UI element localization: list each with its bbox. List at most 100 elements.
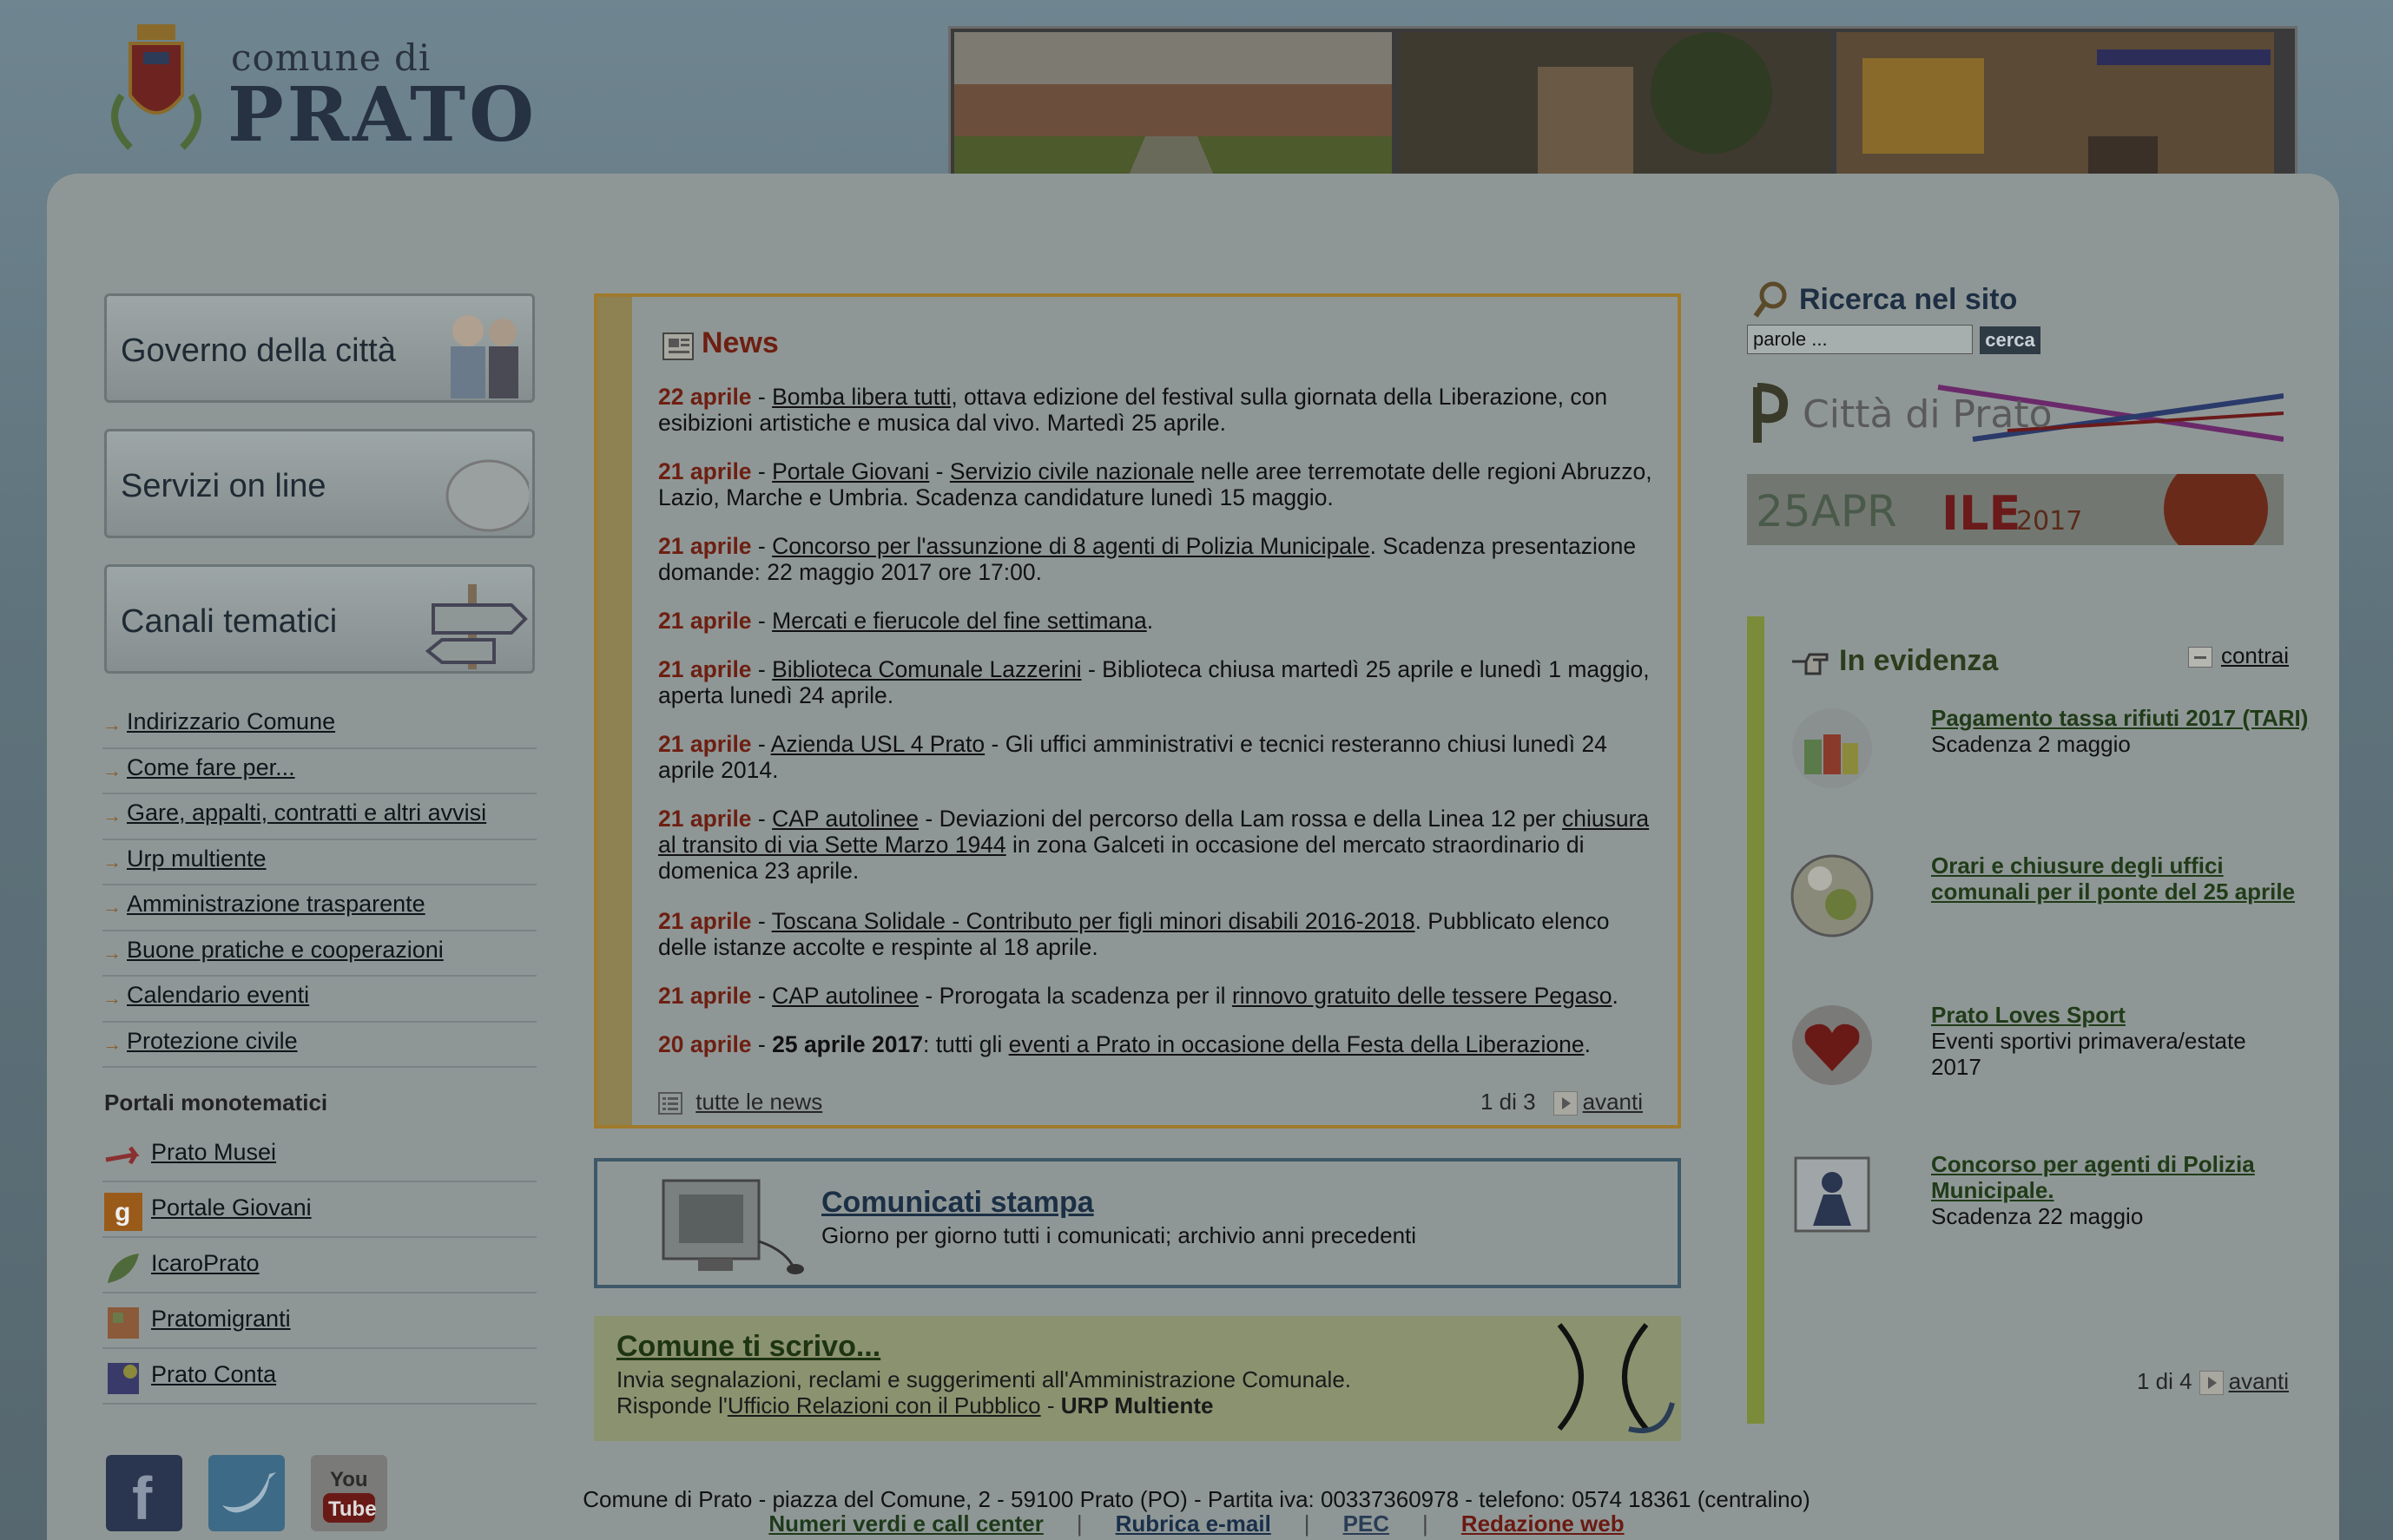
news-link[interactable]: Bomba libera tutti (772, 384, 951, 410)
quick-link-item[interactable]: → Come fare per... (102, 749, 537, 794)
next-arrow-icon[interactable] (1552, 1091, 1578, 1116)
evidenza-item[interactable]: Prato Loves Sport Eventi sportivi primav… (1789, 1002, 2289, 1115)
portale-item[interactable]: g Portale Giovani (102, 1182, 537, 1238)
portale-item[interactable]: Prato Conta (102, 1349, 537, 1405)
news-date: 21 aprile (658, 656, 752, 682)
footer-link-redazione[interactable]: Redazione web (1461, 1510, 1625, 1537)
quick-link-item[interactable]: → Gare, appalti, contratti e altri avvisi (102, 794, 537, 840)
site-logo[interactable]: comune di PRATO (96, 17, 534, 159)
evidenza-item[interactable]: Concorso per agenti di Polizia Municipal… (1789, 1151, 2289, 1264)
portale-link[interactable]: Prato Musei (151, 1139, 276, 1166)
evidenza-item[interactable]: Pagamento tassa rifiuti 2017 (TARI) Scad… (1789, 705, 2308, 818)
comunicati-title[interactable]: Comunicati stampa (821, 1186, 1094, 1220)
evidenza-item-title[interactable]: Concorso per agenti di Polizia Municipal… (1931, 1151, 2313, 1203)
giovani-logo-icon: g (104, 1193, 142, 1231)
canali-button[interactable]: Canali tematici (104, 564, 535, 674)
quick-link[interactable]: Amministrazione trasparente (127, 891, 425, 918)
search-button[interactable]: cerca (1980, 326, 2040, 354)
news-link[interactable]: Servizio civile nazionale (950, 458, 1194, 484)
portale-link[interactable]: IcaroPrato (151, 1250, 260, 1277)
news-link[interactable]: Mercati e fierucole del fine settimana (772, 608, 1147, 634)
arrow-icon: → (102, 714, 122, 735)
news-next-link[interactable]: avanti (1583, 1089, 1643, 1115)
news-item: 21 aprile - CAP autolinee - Deviazioni d… (658, 806, 1657, 884)
governo-button[interactable]: Governo della città (104, 293, 535, 403)
servizi-button[interactable]: Servizi on line (104, 429, 535, 538)
news-item: 21 aprile - Concorso per l'assunzione di… (658, 533, 1657, 585)
quick-link[interactable]: Buone pratiche e cooperazioni (127, 937, 444, 964)
news-link[interactable]: Portale Giovani (772, 458, 929, 484)
next-arrow-icon[interactable] (2199, 1371, 2224, 1396)
portale-item[interactable]: Pratomigranti (102, 1293, 537, 1349)
quick-link-item[interactable]: → Amministrazione trasparente (102, 885, 537, 931)
quick-link[interactable]: Protezione civile (127, 1028, 298, 1055)
footer-link-pec[interactable]: PEC (1343, 1510, 1389, 1537)
evidenza-item-title[interactable]: Prato Loves Sport (1931, 1002, 2313, 1028)
footer-separator: | (1303, 1510, 1310, 1537)
search-icon (1753, 281, 1787, 318)
all-news-link[interactable]: tutte le news (658, 1089, 822, 1116)
quick-link-item[interactable]: → Protezione civile (102, 1023, 537, 1068)
evidenza-next-link[interactable]: avanti (2229, 1368, 2289, 1394)
evidenza-item[interactable]: Orari e chiusure degli uffici comunali p… (1789, 852, 2295, 965)
news-separator: - (751, 533, 773, 559)
news-link[interactable]: Azienda USL 4 Prato (771, 731, 986, 757)
news-link[interactable]: Biblioteca Comunale Lazzerini (772, 656, 1081, 682)
news-link[interactable]: eventi a Prato in occasione della Festa … (1009, 1031, 1585, 1057)
news-text: - Prorogata la scadenza per il (919, 983, 1232, 1009)
quick-link[interactable]: Come fare per... (127, 754, 295, 781)
portale-item[interactable]: Prato Musei (102, 1127, 537, 1182)
all-news-label[interactable]: tutte le news (695, 1089, 822, 1115)
footer-address: Comune di Prato - piazza del Comune, 2 -… (583, 1486, 1810, 1512)
news-date: 21 aprile (658, 533, 752, 559)
search-input[interactable] (1747, 325, 1973, 354)
25-aprile-artwork: 25APR ILE 2017 (1747, 474, 2284, 545)
comunicati-box[interactable]: Comunicati stampa Giorno per giorno tutt… (594, 1158, 1681, 1288)
news-link[interactable]: rinnovo gratuito delle tessere Pegaso (1232, 983, 1612, 1009)
logo-line-2: PRATO (227, 71, 538, 159)
footer-link-numeri-verdi[interactable]: Numeri verdi e call center (768, 1510, 1043, 1537)
evidenza-item-title[interactable]: Orari e chiusure degli uffici comunali p… (1931, 852, 2313, 905)
quick-link-item[interactable]: → Calendario eventi (102, 977, 537, 1023)
news-link[interactable]: CAP autolinee (772, 983, 919, 1009)
news-link[interactable]: CAP autolinee (772, 806, 919, 832)
news-item: 22 aprile - Bomba libera tutti, ottava e… (658, 384, 1657, 436)
signpost-icon (425, 584, 528, 669)
news-separator: - (751, 656, 773, 682)
urp-link[interactable]: Ufficio Relazioni con il Pubblico (728, 1392, 1041, 1418)
recycling-bins-icon (1792, 708, 1872, 788)
news-date: 20 aprile (658, 1031, 752, 1057)
footer-separator: | (1076, 1510, 1083, 1537)
25-aprile-banner[interactable]: 25APR ILE 2017 (1747, 474, 2284, 545)
scrivo-box[interactable]: Comune ti scrivo... Invia segnalazioni, … (594, 1316, 1681, 1441)
contrai-toggle[interactable]: contrai (2187, 642, 2289, 669)
news-link[interactable]: Concorso per l'assunzione di 8 agenti di… (772, 533, 1370, 559)
minus-icon[interactable] (2187, 647, 2212, 668)
arrow-icon: → (102, 941, 122, 964)
quick-link-item[interactable]: → Indirizzario Comune (102, 703, 537, 749)
svg-text:g: g (115, 1198, 130, 1227)
citta-banner-text: Città di Prato (1803, 392, 2053, 437)
citta-di-prato-banner[interactable]: Città di Prato (1747, 378, 2284, 450)
portale-link[interactable]: Prato Conta (151, 1361, 276, 1388)
footer-link-rubrica[interactable]: Rubrica e-mail (1116, 1510, 1271, 1537)
news-link[interactable]: Toscana Solidale - Contributo per figli … (772, 908, 1415, 934)
scrivo-text: Risponde l' (616, 1392, 728, 1418)
portale-item[interactable]: IcaroPrato (102, 1238, 537, 1293)
museum-arrow-icon (105, 1146, 140, 1165)
quick-link-item[interactable]: → Urp multiente (102, 840, 537, 885)
evidenza-item-title[interactable]: Pagamento tassa rifiuti 2017 (TARI) (1931, 705, 2313, 731)
quick-link[interactable]: Indirizzario Comune (127, 708, 335, 735)
quick-link[interactable]: Urp multiente (127, 846, 267, 872)
quick-link-item[interactable]: → Buone pratiche e cooperazioni (102, 931, 537, 977)
search-title: Ricerca nel sito (1799, 283, 2018, 316)
quick-link[interactable]: Gare, appalti, contratti e altri avvisi (127, 800, 486, 826)
news-stripe (597, 297, 632, 1125)
scrivo-title[interactable]: Comune ti scrivo... (616, 1330, 880, 1364)
contrai-link[interactable]: contrai (2221, 642, 2289, 668)
portale-link[interactable]: Pratomigranti (151, 1306, 291, 1333)
faces-icon (1557, 1323, 1675, 1433)
quick-link[interactable]: Calendario eventi (127, 982, 309, 1009)
news-date: 22 aprile (658, 384, 752, 410)
portale-link[interactable]: Portale Giovani (151, 1194, 312, 1221)
